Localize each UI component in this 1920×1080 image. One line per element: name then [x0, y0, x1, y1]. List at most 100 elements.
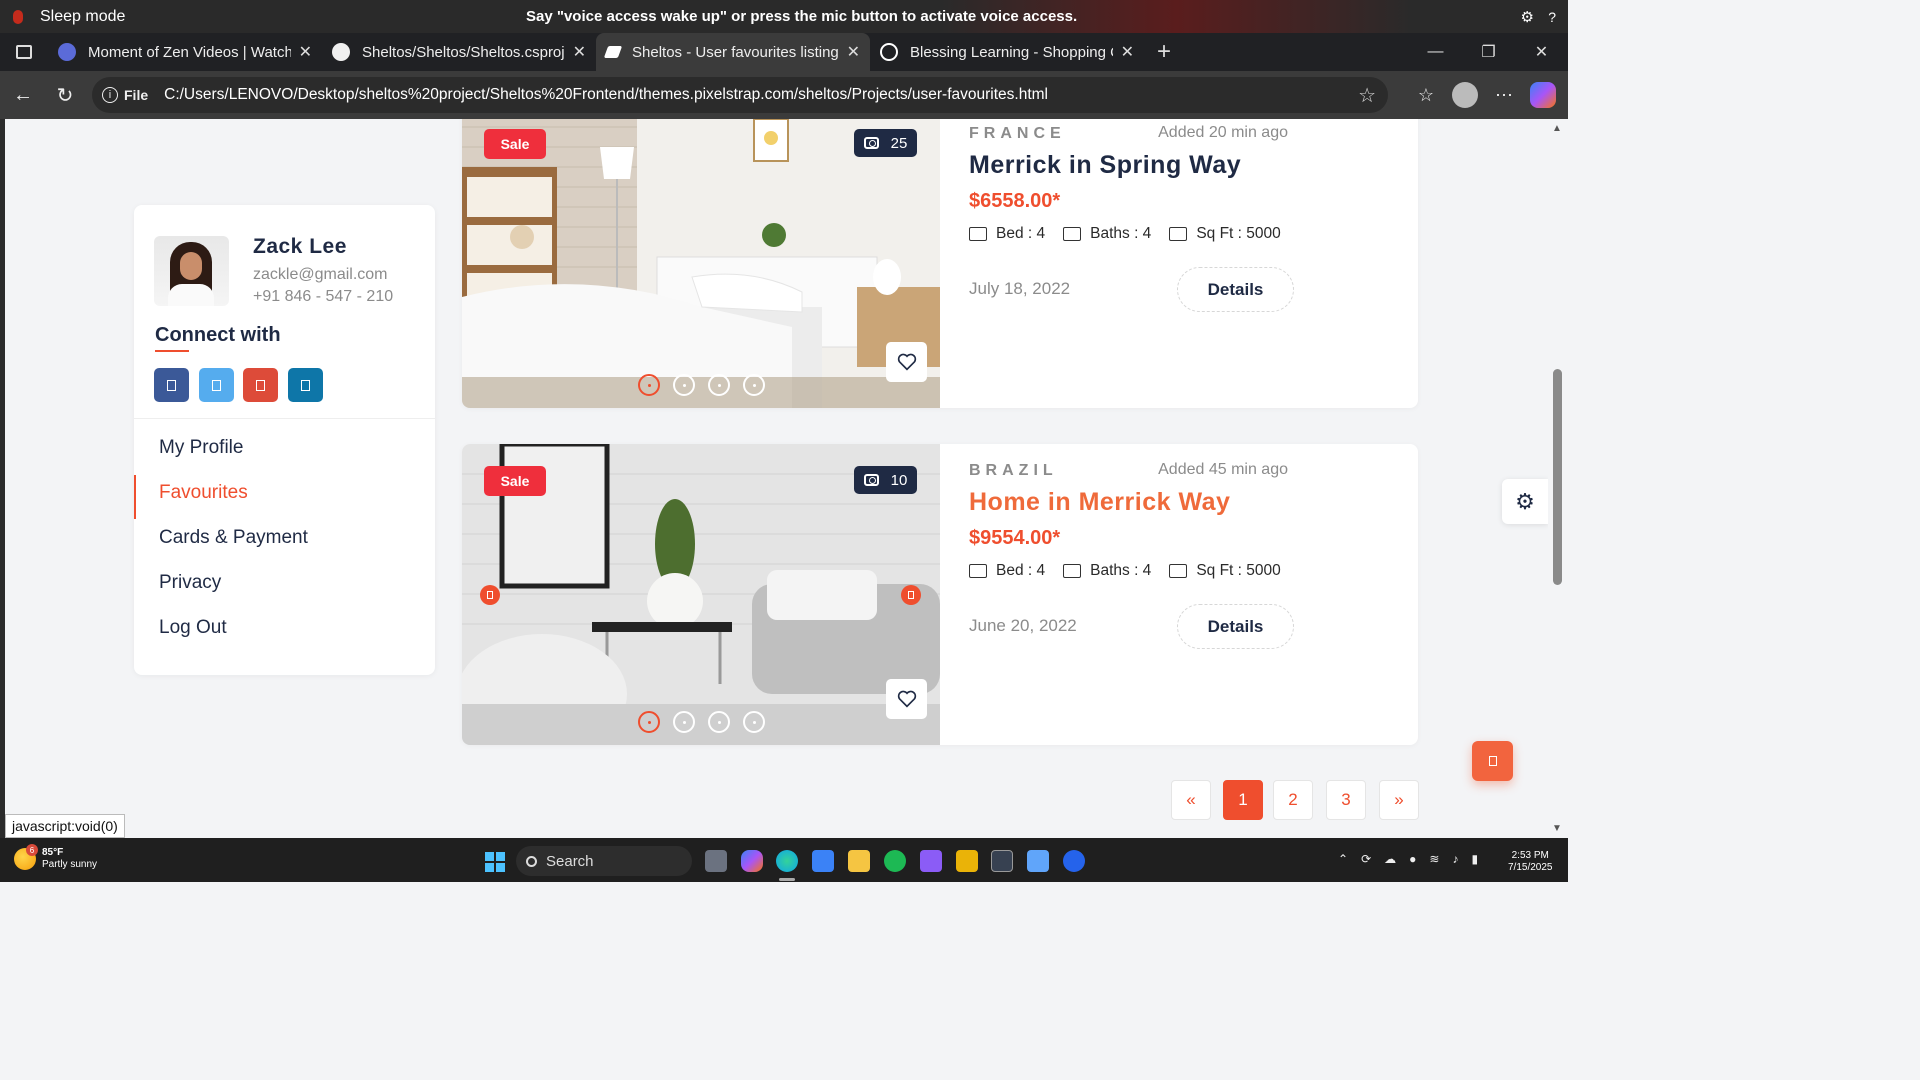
profile-avatar-icon[interactable] [1452, 82, 1478, 108]
file-explorer-icon[interactable] [848, 850, 870, 872]
tab-close-icon[interactable]: ✕ [573, 42, 586, 62]
carousel-prev-icon[interactable] [480, 585, 500, 605]
menu-item-cards-payment[interactable]: Cards & Payment [159, 527, 308, 549]
close-window-icon[interactable]: ✕ [1515, 33, 1568, 71]
carousel-dot[interactable] [673, 711, 695, 733]
twitter-icon[interactable] [199, 368, 234, 402]
listing-image[interactable]: Sale 25 [462, 119, 940, 408]
pagination-next[interactable]: » [1379, 780, 1419, 820]
listing-title[interactable]: Home in Merrick Way [969, 488, 1230, 517]
site-info-icon[interactable]: i [102, 87, 118, 103]
linkedin-icon[interactable] [288, 368, 323, 402]
tab-close-icon[interactable]: ✕ [1121, 42, 1134, 62]
search-icon [526, 855, 537, 867]
favourite-heart-button[interactable] [886, 342, 927, 382]
browser-tab-zen[interactable]: Moment of Zen Videos | Watch ✕ [48, 33, 322, 71]
microphone-icon[interactable] [13, 9, 23, 24]
weather-desc: Partly sunny [42, 859, 98, 870]
page-scrollbar[interactable]: ▲ ▼ [1548, 119, 1568, 838]
bedroom-photo [462, 119, 940, 408]
avatar [154, 236, 229, 306]
back-arrow-icon[interactable]: ← [2, 84, 44, 107]
scroll-up-icon[interactable]: ▲ [1552, 123, 1562, 134]
refresh-icon[interactable]: ↻ [44, 83, 86, 108]
onedrive-icon[interactable]: ☁ [1384, 852, 1396, 866]
copilot-taskbar-icon[interactable] [741, 850, 763, 872]
carousel-dot[interactable] [743, 374, 765, 396]
taskbar-search[interactable]: Search [516, 846, 692, 876]
url-text[interactable]: C:/Users/LENOVO/Desktop/sheltos%20projec… [164, 86, 1048, 104]
carousel-dot[interactable] [708, 711, 730, 733]
spotify-icon[interactable] [884, 850, 906, 872]
battery-icon[interactable]: ▮ [1471, 852, 1478, 866]
favorites-icon[interactable]: ☆ [1410, 85, 1442, 106]
store-icon[interactable] [812, 850, 834, 872]
listing-country: FRANCE [969, 125, 1066, 142]
address-bar[interactable]: i File C:/Users/LENOVO/Desktop/sheltos%2… [92, 77, 1388, 113]
details-button[interactable]: Details [1177, 267, 1294, 312]
carousel-dot[interactable] [638, 711, 660, 733]
heart-icon [897, 690, 916, 708]
browser-tab-blessing[interactable]: Blessing Learning - Shopping Cart ✕ [870, 33, 1144, 71]
scrollbar-thumb[interactable] [1553, 369, 1562, 585]
weather-widget[interactable]: 6 85°F Partly sunny [14, 844, 98, 871]
favorite-star-icon[interactable]: ☆ [1358, 83, 1376, 108]
carousel-dot[interactable] [708, 374, 730, 396]
notepad-icon[interactable] [1027, 850, 1049, 872]
app-icon[interactable] [956, 850, 978, 872]
browser-tab-bar: Moment of Zen Videos | Watch ✕ Sheltos/S… [0, 33, 1568, 71]
voice-settings-gear-icon[interactable]: ⚙ [1521, 8, 1534, 26]
menu-item-favourites[interactable]: Favourites [159, 482, 248, 504]
favourite-heart-button[interactable] [886, 679, 927, 719]
wifi-icon[interactable]: ≋ [1429, 852, 1439, 866]
restore-icon[interactable]: ❐ [1462, 33, 1515, 71]
task-view-icon[interactable] [705, 850, 727, 872]
windows-start-icon[interactable] [485, 852, 505, 872]
carousel-dot[interactable] [673, 374, 695, 396]
pagination-page-1[interactable]: 1 [1223, 780, 1263, 820]
sync-icon[interactable]: ⟳ [1361, 852, 1371, 866]
tab-close-icon[interactable]: ✕ [299, 42, 312, 62]
tab-close-icon[interactable]: ✕ [847, 42, 860, 62]
chatgpt-favicon-icon [880, 43, 898, 61]
menu-item-my-profile[interactable]: My Profile [159, 437, 243, 459]
details-button[interactable]: Details [1177, 604, 1294, 649]
teams-icon[interactable] [1063, 850, 1085, 872]
menu-item-log-out[interactable]: Log Out [159, 617, 227, 639]
google-icon[interactable] [243, 368, 278, 402]
mic-muted-icon[interactable]: ● [1409, 852, 1416, 866]
menu-item-privacy[interactable]: Privacy [159, 572, 221, 594]
carousel-next-icon[interactable] [901, 585, 921, 605]
carousel-dot[interactable] [743, 711, 765, 733]
active-menu-indicator [134, 475, 136, 519]
scroll-down-icon[interactable]: ▼ [1552, 823, 1562, 834]
volume-icon[interactable]: ♪ [1452, 852, 1458, 866]
visual-studio-icon[interactable] [920, 850, 942, 872]
edge-icon[interactable] [776, 850, 798, 872]
copilot-icon[interactable] [1530, 82, 1556, 108]
listing-title[interactable]: Merrick in Spring Way [969, 151, 1241, 180]
browser-toolbar: ← ↻ i File C:/Users/LENOVO/Desktop/shelt… [0, 71, 1568, 119]
back-to-top-button[interactable] [1472, 741, 1513, 781]
new-tab-button[interactable]: + [1144, 33, 1184, 71]
listing-image[interactable]: Sale 10 [462, 444, 940, 745]
voice-access-state: Sleep mode [40, 7, 126, 25]
voice-help-button[interactable]: ? [1548, 9, 1556, 25]
pagination-prev[interactable]: « [1171, 780, 1211, 820]
tab-actions-button[interactable] [0, 33, 48, 71]
browser-tab-sheltos[interactable]: Sheltos - User favourites listing page ✕ [596, 33, 870, 71]
github-favicon-icon [332, 43, 350, 61]
voice-access-message: Say "voice access wake up" or press the … [526, 8, 1078, 25]
minimize-icon[interactable]: — [1409, 33, 1462, 71]
theme-settings-gear-icon[interactable]: ⚙ [1502, 479, 1548, 524]
more-menu-icon[interactable]: ⋯ [1488, 85, 1520, 106]
system-clock[interactable]: 2:53 PM 7/15/2025 [1508, 850, 1553, 874]
pagination-page-2[interactable]: 2 [1273, 780, 1313, 820]
terminal-icon[interactable] [991, 850, 1013, 872]
chevron-up-icon[interactable]: ⌃ [1338, 852, 1348, 866]
bed-count: Bed : 4 [996, 562, 1046, 579]
carousel-dot[interactable] [638, 374, 660, 396]
facebook-icon[interactable] [154, 368, 189, 402]
browser-tab-github[interactable]: Sheltos/Sheltos/Sheltos.csproj at ✕ [322, 33, 596, 71]
pagination-page-3[interactable]: 3 [1326, 780, 1366, 820]
